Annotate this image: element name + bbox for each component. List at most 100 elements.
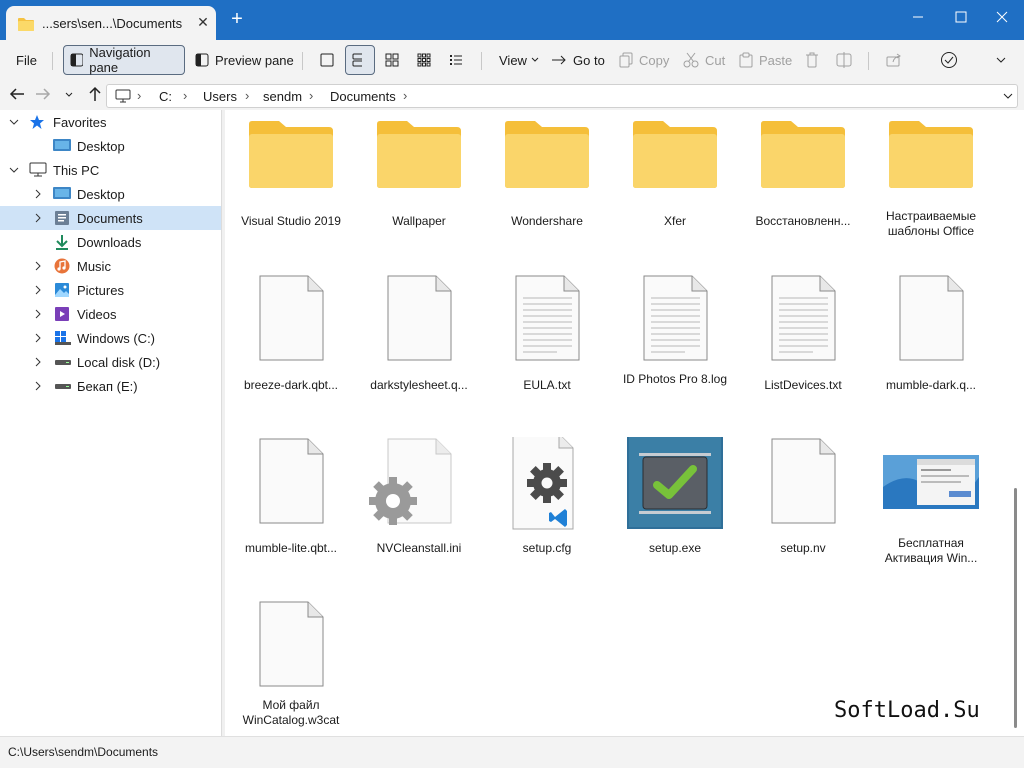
tab-close-icon[interactable]: ✕ bbox=[194, 14, 212, 31]
folder-item[interactable]: Visual Studio 2019 bbox=[231, 110, 351, 260]
chevron-right-icon[interactable] bbox=[32, 307, 44, 321]
cut-button[interactable]: Cut bbox=[683, 45, 725, 75]
view-single-button[interactable] bbox=[320, 45, 340, 75]
screenshot-thumbnail-icon bbox=[883, 455, 979, 509]
file-item[interactable]: setup.cfg bbox=[487, 437, 607, 587]
chevron-right-icon[interactable] bbox=[32, 355, 44, 369]
desktop-icon bbox=[53, 187, 71, 199]
file-item[interactable]: setup.nv bbox=[743, 437, 863, 587]
desktop-icon bbox=[53, 139, 71, 151]
preview-pane-button[interactable]: Preview pane bbox=[195, 45, 294, 75]
chevron-down-icon[interactable] bbox=[8, 115, 20, 129]
view-large-icons-button[interactable] bbox=[385, 45, 405, 75]
copy-button[interactable]: Copy bbox=[619, 45, 669, 75]
item-label: breeze-dark.qbt... bbox=[243, 378, 339, 392]
vertical-scrollbar[interactable] bbox=[1008, 110, 1024, 736]
chevron-down-icon bbox=[996, 57, 1006, 63]
sidebar-item-videos[interactable]: Videos bbox=[0, 302, 221, 326]
chevron-right-icon: › bbox=[183, 88, 188, 103]
sidebar-item-local-disk-d[interactable]: Local disk (D:) bbox=[0, 350, 221, 374]
forward-button[interactable] bbox=[33, 86, 53, 106]
back-button[interactable] bbox=[7, 86, 27, 106]
square-icon bbox=[320, 53, 334, 67]
blank-file-icon bbox=[259, 438, 324, 524]
item-label: Настраиваемые шаблоны Office bbox=[885, 209, 977, 238]
folder-item[interactable]: Wallpaper bbox=[359, 110, 479, 260]
sidebar-item-music[interactable]: Music bbox=[0, 254, 221, 278]
list-icon bbox=[450, 55, 462, 65]
view-tiles-button[interactable] bbox=[345, 45, 375, 75]
sidebar-item-documents[interactable]: Documents bbox=[0, 206, 221, 230]
file-item[interactable]: ListDevices.txt bbox=[743, 274, 863, 424]
file-item[interactable]: setup.exe bbox=[615, 437, 735, 587]
file-item[interactable]: Бесплатная Активация Win... bbox=[871, 437, 991, 587]
up-button[interactable] bbox=[85, 86, 105, 106]
folder-item[interactable]: Восстановленн... bbox=[743, 110, 863, 260]
chevron-right-icon[interactable] bbox=[32, 211, 44, 225]
file-item[interactable]: Мой файл WinCatalog.w3cat bbox=[231, 600, 351, 736]
chevron-down-icon[interactable] bbox=[8, 163, 20, 177]
goto-button[interactable]: Go to bbox=[551, 45, 605, 75]
file-item[interactable]: mumble-dark.q... bbox=[871, 274, 991, 424]
sidebar-item-downloads[interactable]: Downloads bbox=[0, 230, 221, 254]
item-label: Восстановленн... bbox=[755, 214, 851, 228]
chevron-right-icon[interactable] bbox=[32, 283, 44, 297]
breadcrumb-sendm[interactable]: sendm bbox=[263, 89, 302, 104]
delete-button[interactable] bbox=[805, 45, 825, 75]
sidebar-item-windows-c[interactable]: Windows (C:) bbox=[0, 326, 221, 350]
new-tab-button[interactable]: + bbox=[226, 8, 248, 30]
file-menu-button[interactable]: File bbox=[16, 45, 37, 75]
videos-icon bbox=[55, 307, 69, 321]
folder-item[interactable]: Xfer bbox=[615, 110, 735, 260]
file-item[interactable]: NVCleanstall.ini bbox=[359, 437, 479, 587]
minimize-button[interactable] bbox=[898, 4, 938, 30]
item-label: EULA.txt bbox=[523, 378, 571, 392]
maximize-button[interactable] bbox=[941, 4, 981, 30]
tab-documents[interactable]: ...sers\sen...\Documents ✕ bbox=[6, 6, 216, 40]
chevron-down-icon[interactable] bbox=[1003, 93, 1013, 99]
sidebar-item-this-pc[interactable]: This PC bbox=[0, 158, 221, 182]
chevron-right-icon[interactable] bbox=[32, 187, 44, 201]
sidebar-item-pictures[interactable]: Pictures bbox=[0, 278, 221, 302]
sidebar-item-backup-e[interactable]: Бекап (E:) bbox=[0, 374, 221, 398]
close-window-button[interactable] bbox=[982, 4, 1022, 30]
file-item[interactable]: ID Photos Pro 8.log bbox=[615, 274, 735, 424]
file-item[interactable]: EULA.txt bbox=[487, 274, 607, 424]
paste-button[interactable]: Paste bbox=[739, 45, 792, 75]
item-label: Мой файл WinCatalog.w3cat bbox=[242, 698, 340, 727]
sidebar-item-desktop[interactable]: Desktop bbox=[0, 182, 221, 206]
file-item[interactable]: darkstylesheet.q... bbox=[359, 274, 479, 424]
recent-locations-button[interactable] bbox=[59, 86, 79, 106]
item-label: Бесплатная Активация Win... bbox=[884, 536, 978, 565]
item-label: darkstylesheet.q... bbox=[370, 378, 468, 392]
folder-item[interactable]: Настраиваемые шаблоны Office bbox=[871, 110, 991, 260]
item-label: mumble-dark.q... bbox=[885, 378, 977, 392]
navigation-pane-button[interactable]: Navigation pane bbox=[63, 45, 185, 75]
share-button[interactable] bbox=[886, 45, 908, 75]
view-list-button[interactable] bbox=[449, 45, 469, 75]
address-input[interactable]: › C: › Users › sendm › Documents › bbox=[106, 84, 1018, 108]
chevron-right-icon[interactable] bbox=[32, 259, 44, 273]
computer-icon bbox=[29, 162, 47, 177]
folder-icon bbox=[761, 121, 845, 188]
sidebar-item-fav-desktop[interactable]: Desktop bbox=[0, 134, 221, 158]
select-button[interactable] bbox=[940, 45, 964, 75]
chevron-right-icon[interactable] bbox=[32, 379, 44, 393]
view-small-icons-button[interactable] bbox=[417, 45, 437, 75]
rename-button[interactable] bbox=[836, 45, 858, 75]
file-item[interactable]: breeze-dark.qbt... bbox=[231, 274, 351, 424]
file-item[interactable]: mumble-lite.qbt... bbox=[231, 437, 351, 587]
more-options-button[interactable] bbox=[996, 45, 1012, 75]
sidebar-item-favorites[interactable]: Favorites bbox=[0, 110, 221, 134]
breadcrumb-documents[interactable]: Documents bbox=[330, 89, 396, 104]
item-label: Visual Studio 2019 bbox=[241, 214, 341, 228]
text-file-icon bbox=[515, 275, 580, 361]
breadcrumb-users[interactable]: Users bbox=[203, 89, 237, 104]
view-menu-button[interactable]: View bbox=[499, 45, 545, 75]
breadcrumb-c[interactable]: C: bbox=[159, 89, 172, 104]
chevron-right-icon: › bbox=[403, 88, 408, 103]
folder-item[interactable]: Wondershare bbox=[487, 110, 607, 260]
folder-icon bbox=[249, 121, 333, 188]
chevron-right-icon[interactable] bbox=[32, 331, 44, 345]
scrollbar-thumb[interactable] bbox=[1014, 488, 1017, 728]
